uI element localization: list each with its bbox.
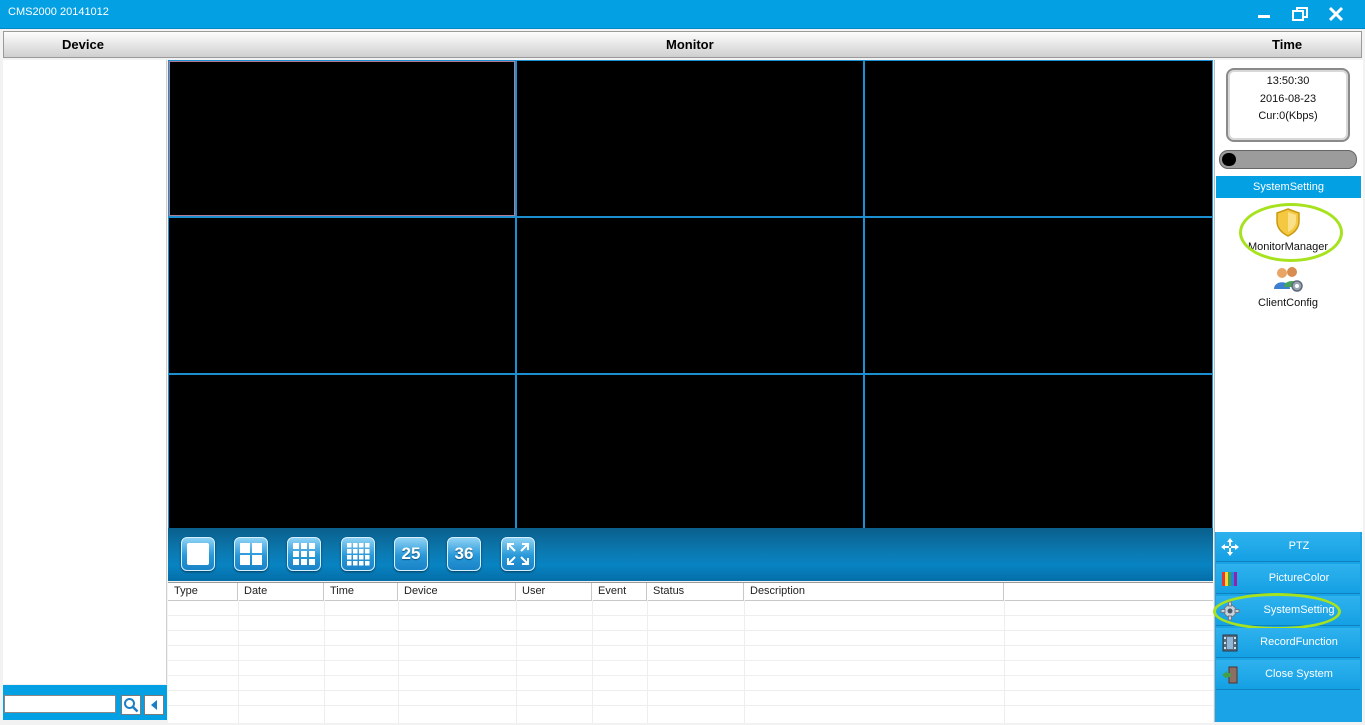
nav-close-system[interactable]: Close System: [1216, 660, 1360, 690]
exit-door-icon: [1220, 666, 1240, 684]
layout-toolbar: [168, 528, 1213, 581]
current-time: 13:50:30: [1266, 75, 1310, 87]
col-extra[interactable]: [1004, 583, 1213, 600]
col-divider: [744, 600, 745, 723]
monitor-manager-label: MonitorManager: [1247, 241, 1329, 253]
event-log-table[interactable]: Type Date Time Device User Event Status …: [168, 582, 1213, 723]
col-date[interactable]: Date: [238, 583, 324, 600]
layout-25-button[interactable]: 25: [394, 537, 428, 571]
table-header-row: Type Date Time Device User Event Status …: [168, 583, 1213, 601]
search-button[interactable]: [121, 695, 141, 715]
bitrate-readout: Cur:0(Kbps): [1258, 110, 1318, 122]
col-divider: [516, 600, 517, 723]
quad-view-icon: [240, 543, 262, 565]
search-icon: [124, 698, 139, 713]
layout-36-label: 36: [454, 544, 474, 563]
nav-picture-color-label: PictureColor: [1268, 572, 1330, 584]
col-divider: [324, 600, 325, 723]
nav-picture-color[interactable]: PictureColor: [1216, 564, 1360, 594]
device-header: Device: [62, 37, 104, 52]
color-bars-icon: [1220, 570, 1240, 588]
layout-4-button[interactable]: [234, 537, 268, 571]
col-status[interactable]: Status: [647, 583, 744, 600]
nine-view-icon: [293, 543, 315, 565]
nav-record-function[interactable]: RecordFunction: [1216, 628, 1360, 658]
minimize-button[interactable]: [1252, 3, 1276, 25]
col-description[interactable]: Description: [744, 583, 1004, 600]
single-view-icon: [187, 543, 209, 565]
gear-icon: [1220, 601, 1240, 621]
monitor-cell-6[interactable]: [865, 218, 1212, 373]
col-divider: [647, 600, 648, 723]
client-config-label: ClientConfig: [1258, 297, 1318, 309]
restore-icon: [1292, 7, 1308, 21]
monitor-cell-2[interactable]: [517, 61, 863, 216]
layout-1-button[interactable]: [181, 537, 215, 571]
monitor-cell-9[interactable]: [865, 375, 1212, 529]
monitor-cell-5[interactable]: [517, 218, 863, 373]
app-title: CMS2000 20141012: [8, 6, 109, 18]
nav-record-function-label: RecordFunction: [1260, 636, 1338, 648]
sixteen-view-icon: [347, 543, 370, 566]
nav-system-setting[interactable]: SystemSetting: [1216, 596, 1360, 626]
monitor-cell-3[interactable]: [865, 61, 1212, 216]
minimize-icon: [1258, 15, 1270, 18]
users-gear-icon: [1274, 267, 1303, 292]
layout-16-button[interactable]: [341, 537, 375, 571]
close-button[interactable]: [1324, 3, 1348, 25]
device-tree[interactable]: [3, 60, 167, 684]
layout-9-button[interactable]: [287, 537, 321, 571]
col-divider: [238, 600, 239, 723]
device-search-input[interactable]: [4, 695, 116, 713]
move-arrows-icon: [1220, 538, 1240, 556]
fullscreen-icon: [507, 543, 529, 565]
current-date: 2016-08-23: [1259, 93, 1317, 105]
film-icon: [1220, 634, 1240, 652]
monitor-cell-8[interactable]: [517, 375, 863, 529]
monitor-cell-4[interactable]: [169, 218, 515, 373]
system-setting-header: SystemSetting: [1216, 176, 1361, 198]
left-arrow-icon: [151, 700, 157, 710]
layout-36-button[interactable]: 36: [447, 537, 481, 571]
monitor-manager-tool[interactable]: MonitorManager: [1230, 207, 1346, 253]
col-divider: [398, 600, 399, 723]
monitor-cell-1[interactable]: [169, 61, 515, 216]
col-divider: [1004, 600, 1005, 723]
col-divider: [592, 600, 593, 723]
nav-ptz[interactable]: PTZ: [1216, 532, 1360, 562]
restore-button[interactable]: [1288, 3, 1312, 25]
nav-close-system-label: Close System: [1265, 668, 1333, 680]
monitor-cell-7[interactable]: [169, 375, 515, 529]
collapse-button[interactable]: [144, 695, 164, 715]
bandwidth-bar: [1219, 150, 1357, 169]
col-time[interactable]: Time: [324, 583, 398, 600]
nav-system-setting-label: SystemSetting: [1263, 604, 1335, 616]
fullscreen-button[interactable]: [501, 537, 535, 571]
monitor-grid: [168, 60, 1213, 529]
nav-ptz-label: PTZ: [1288, 540, 1310, 552]
client-config-tool[interactable]: ClientConfig: [1230, 265, 1346, 309]
layout-25-label: 25: [401, 544, 421, 563]
bandwidth-fill: [1222, 153, 1236, 166]
monitor-header: Monitor: [666, 37, 714, 52]
shield-icon: [1276, 208, 1300, 237]
title-bar: [0, 0, 1365, 29]
close-icon: [1328, 6, 1344, 22]
col-event[interactable]: Event: [592, 583, 647, 600]
col-type[interactable]: Type: [168, 583, 238, 600]
col-user[interactable]: User: [516, 583, 592, 600]
time-display: 13:50:30 2016-08-23 Cur:0(Kbps): [1226, 68, 1350, 142]
col-device[interactable]: Device: [398, 583, 516, 600]
time-header: Time: [1272, 37, 1303, 52]
